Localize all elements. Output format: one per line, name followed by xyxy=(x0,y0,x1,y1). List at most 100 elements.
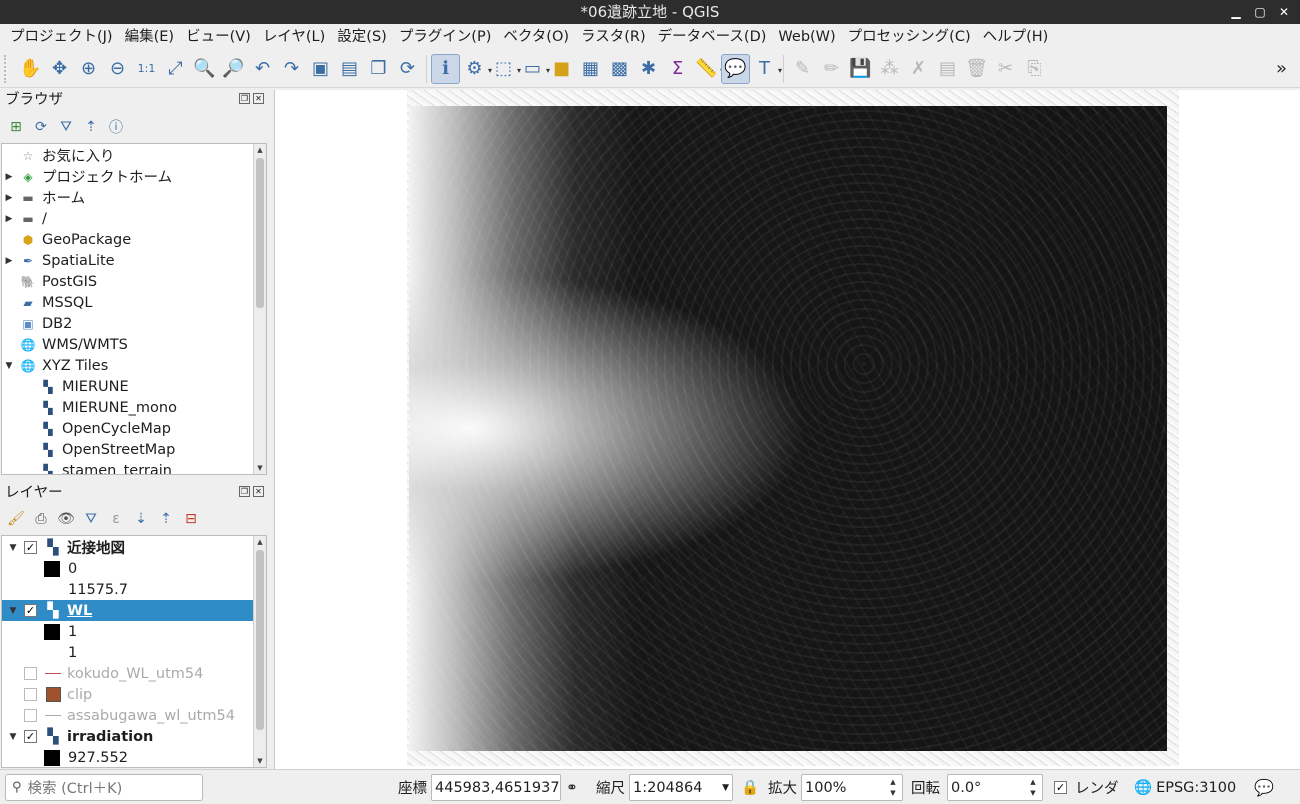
attribute-table-icon[interactable]: ▦ xyxy=(576,54,605,84)
lock-scale-icon[interactable]: 🔒 xyxy=(741,779,759,796)
rotation-field[interactable]: 0.0° ▲ ▼ xyxy=(947,774,1043,801)
magnifier-spinner[interactable]: ▲ ▼ xyxy=(887,777,899,799)
refresh-browser-icon[interactable]: ⟳ xyxy=(31,117,51,137)
layer-item[interactable]: assabugawa_wl_utm54 xyxy=(2,705,266,726)
select-features-icon[interactable]: ⬚ ▾ xyxy=(489,54,521,84)
collapse-all-layers-icon[interactable]: ⇡ xyxy=(156,509,176,529)
add-feature-icon[interactable]: ⁂ xyxy=(875,54,904,84)
menu-item[interactable]: レイヤ(L) xyxy=(257,24,331,50)
close-icon[interactable]: ✕ xyxy=(1274,0,1294,24)
remove-layer-icon[interactable]: ⊟ xyxy=(181,509,201,529)
expand-down-icon[interactable]: ▼ xyxy=(2,732,24,742)
browser-item[interactable]: ▚ OpenCycleMap xyxy=(2,418,266,439)
layer-visibility-checkbox[interactable] xyxy=(24,688,37,701)
expand-right-icon[interactable]: ▶ xyxy=(2,172,16,182)
text-annotation-icon[interactable]: T ▾ xyxy=(750,54,782,84)
layers-scrollbar[interactable]: ▲ ▼ xyxy=(253,536,266,767)
identify-icon[interactable]: ℹ xyxy=(431,53,460,84)
browser-item[interactable]: ▶ ▬ ホーム xyxy=(2,187,266,208)
layer-item[interactable]: ▼ ✓ ▚ irradiation xyxy=(2,726,266,747)
bookmark-icon[interactable]: ❐ xyxy=(364,54,393,84)
layer-item[interactable]: ▼ ✓ ▚ WL xyxy=(2,600,266,621)
coord-value[interactable]: 445983,4651937 xyxy=(435,780,560,796)
expand-right-icon[interactable]: ▶ xyxy=(2,214,16,224)
coord-field[interactable]: 445983,4651937 xyxy=(431,774,561,801)
maximize-icon[interactable]: ▢ xyxy=(1250,0,1270,24)
pan-icon[interactable]: ✋ xyxy=(16,54,45,84)
scale-field[interactable]: 1:204864 ▼ xyxy=(629,774,733,801)
filter-browser-icon[interactable]: ⛛ xyxy=(56,117,76,137)
new-map-view-icon[interactable]: ▣ xyxy=(306,54,335,84)
modify-attributes-icon[interactable]: ▤ xyxy=(933,54,962,84)
scale-value[interactable]: 1:204864 xyxy=(633,780,702,796)
menu-item[interactable]: プロジェクト(J) xyxy=(4,24,119,50)
menu-item[interactable]: 設定(S) xyxy=(331,24,393,50)
legend-item[interactable]: 0 xyxy=(2,558,266,579)
add-selected-layers-icon[interactable]: ⊞ xyxy=(6,117,26,137)
browser-item[interactable]: ▼ 🌐 XYZ Tiles xyxy=(2,355,266,376)
magnifier-field[interactable]: 100% ▲ ▼ xyxy=(801,774,903,801)
browser-item[interactable]: ▚ MIERUNE xyxy=(2,376,266,397)
legend-item[interactable]: 11575.7 xyxy=(2,579,266,600)
layer-item[interactable]: ▼ ✓ ▚ 近接地図 xyxy=(2,537,266,558)
browser-item[interactable]: ▚ MIERUNE_mono xyxy=(2,397,266,418)
menu-item[interactable]: プロセッシング(C) xyxy=(842,24,977,50)
float-panel-icon[interactable]: ❐ xyxy=(239,93,250,104)
browser-item[interactable]: 🐘 PostGIS xyxy=(2,271,266,292)
expand-right-icon[interactable]: ▶ xyxy=(2,256,16,266)
map-canvas[interactable] xyxy=(274,90,1300,769)
delete-selected-icon[interactable]: 🗑 xyxy=(962,54,991,84)
expand-down-icon[interactable]: ▼ xyxy=(2,543,24,553)
toggle-editing-icon[interactable]: ✏ xyxy=(817,54,846,84)
new-3d-view-icon[interactable]: ▤ xyxy=(335,54,364,84)
zoom-last-icon[interactable]: ↶ xyxy=(248,54,277,84)
browser-scrollbar[interactable]: ▲ ▼ xyxy=(253,144,266,474)
zoom-selection-icon[interactable]: 🔍 xyxy=(190,54,219,84)
collapse-all-icon[interactable]: ⇡ xyxy=(81,117,101,137)
browser-item[interactable]: ▰ MSSQL xyxy=(2,292,266,313)
expand-down-icon[interactable]: ▼ xyxy=(2,361,16,371)
browser-item[interactable]: ▣ DB2 xyxy=(2,313,266,334)
browser-item[interactable]: ▶ ◈ プロジェクトホーム xyxy=(2,166,266,187)
properties-icon[interactable]: ⓘ xyxy=(106,117,126,137)
crs-button[interactable]: EPSG:3100 xyxy=(1156,780,1236,796)
filter-by-expression-icon[interactable]: ε xyxy=(106,509,126,529)
legend-item[interactable]: 1 xyxy=(2,621,266,642)
menu-item[interactable]: ヘルプ(H) xyxy=(977,24,1055,50)
zoom-full-icon[interactable]: ⤢ xyxy=(161,54,190,84)
menu-item[interactable]: 編集(E) xyxy=(119,24,180,50)
layer-visibility-checkbox[interactable]: ✓ xyxy=(24,730,37,743)
zoom-in-icon[interactable]: ⊕ xyxy=(74,54,103,84)
rotation-value[interactable]: 0.0° xyxy=(951,780,981,796)
close-panel-icon[interactable]: ✕ xyxy=(253,486,264,497)
manage-visibility-icon[interactable]: 👁 xyxy=(56,509,76,529)
add-group-icon[interactable]: ⎙ xyxy=(31,509,51,529)
browser-item[interactable]: ▚ stamen_terrain xyxy=(2,460,266,475)
browser-item[interactable]: 🌐 WMS/WMTS xyxy=(2,334,266,355)
copy-features-icon[interactable]: ⎘ xyxy=(1020,54,1049,84)
layer-visibility-checkbox[interactable]: ✓ xyxy=(24,541,37,554)
expand-down-icon[interactable]: ▼ xyxy=(2,606,24,616)
current-edits-icon[interactable]: ✎ xyxy=(788,54,817,84)
menu-item[interactable]: プラグイン(P) xyxy=(393,24,498,50)
zoom-layer-icon[interactable]: 🔎 xyxy=(219,54,248,84)
layer-item[interactable]: kokudo_WL_utm54 xyxy=(2,663,266,684)
minimize-icon[interactable]: ▁ xyxy=(1226,0,1246,24)
browser-item[interactable]: ▚ OpenStreetMap xyxy=(2,439,266,460)
browser-item[interactable]: ▶ ▬ / xyxy=(2,208,266,229)
menu-item[interactable]: Web(W) xyxy=(772,24,841,50)
run-action-icon[interactable]: ⚙ ▾ xyxy=(460,54,492,84)
toggle-extents-icon[interactable]: ⚭ xyxy=(566,780,578,796)
field-calculator-icon[interactable]: ▩ xyxy=(605,54,634,84)
menu-item[interactable]: ベクタ(O) xyxy=(497,24,575,50)
rotation-spinner[interactable]: ▲ ▼ xyxy=(1027,777,1039,799)
select-by-value-icon[interactable]: ▭ ▾ xyxy=(518,54,550,84)
save-edits-icon[interactable]: 💾 xyxy=(846,54,875,84)
zoom-native-icon[interactable]: 1:1 xyxy=(132,54,161,84)
deselect-icon[interactable]: ■ xyxy=(547,54,576,84)
cut-features-icon[interactable]: ✂ xyxy=(991,54,1020,84)
map-tips-icon[interactable]: 💬 xyxy=(721,53,750,84)
style-panel-icon[interactable]: 🖌 xyxy=(6,509,26,529)
close-panel-icon[interactable]: ✕ xyxy=(253,93,264,104)
zoom-next-icon[interactable]: ↷ xyxy=(277,54,306,84)
